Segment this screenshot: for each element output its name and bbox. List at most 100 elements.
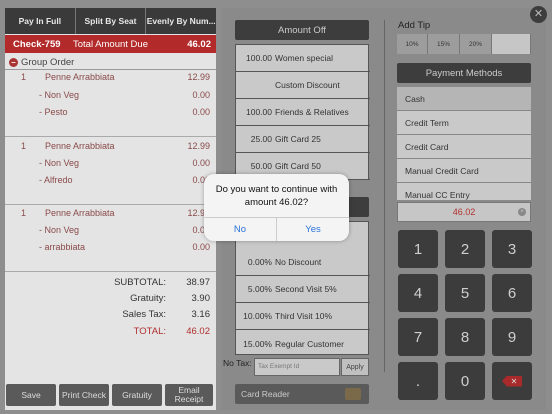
no-button[interactable]: No: [204, 218, 277, 241]
amount-input[interactable]: 46.02 ×: [397, 202, 531, 222]
key-0[interactable]: 0: [445, 362, 485, 400]
card-reader-icon: [345, 388, 361, 400]
order-modifier-row[interactable]: - Pesto 0.00: [5, 107, 216, 121]
order-modifier-row[interactable]: - Non Veg 0.00: [5, 90, 216, 104]
discount-item-gift-card-25[interactable]: 25.00 Gift Card 25: [236, 126, 370, 153]
order-panel: Pay In Full Split By Seat Evenly By Num.…: [5, 8, 216, 410]
tip-15-button[interactable]: 15%: [428, 34, 460, 54]
key-3[interactable]: 3: [492, 230, 532, 268]
key-6[interactable]: 6: [492, 274, 532, 312]
modifier-name: - Alfredo: [39, 175, 73, 185]
order-modifier-row[interactable]: - arrabbiata 0.00: [5, 242, 216, 256]
clear-icon[interactable]: ×: [518, 208, 526, 216]
amount-value: 46.02: [452, 207, 476, 217]
item-price: 12.99: [187, 72, 210, 82]
split-tabs: Pay In Full Split By Seat Evenly By Num.…: [5, 8, 216, 34]
card-reader-button[interactable]: Card Reader: [235, 384, 369, 404]
total-due-label: Total Amount Due: [73, 38, 148, 50]
subtotal-label: SUBTOTAL:: [114, 277, 166, 288]
tab-pay-in-full[interactable]: Pay In Full: [5, 8, 76, 34]
discount-item-third-visit[interactable]: 10.00% Third Visit 10%: [236, 303, 370, 330]
total-row: TOTAL: 46.02: [5, 326, 216, 340]
tip-10-button[interactable]: 10%: [397, 34, 428, 54]
print-check-button[interactable]: Print Check: [59, 384, 109, 406]
discount-item-custom[interactable]: Custom Discount: [236, 72, 370, 99]
amount-off-list: 100.00 Women special Custom Discount 100…: [235, 44, 370, 180]
minus-circle-icon[interactable]: –: [9, 58, 18, 67]
email-receipt-button[interactable]: Email Receipt: [165, 384, 213, 406]
divider: [384, 20, 385, 372]
save-button[interactable]: Save: [6, 384, 56, 406]
group-order-label: Group Order: [21, 57, 75, 68]
item-price: 12.99: [187, 141, 210, 151]
discount-name: Custom Discount: [275, 80, 340, 90]
order-modifier-row[interactable]: - Non Veg 0.00: [5, 158, 216, 172]
sales-tax-row: Sales Tax: 3.16: [5, 309, 216, 323]
close-icon[interactable]: ✕: [530, 6, 547, 23]
card-reader-label: Card Reader: [241, 389, 290, 399]
modifier-name: - Pesto: [39, 107, 68, 117]
modifier-price: 0.00: [192, 242, 210, 252]
backspace-button[interactable]: ✕: [492, 362, 532, 400]
no-tax-label: No Tax:: [223, 358, 252, 368]
backspace-icon: ✕: [502, 375, 522, 387]
payment-method-credit-card[interactable]: Credit Card: [397, 135, 531, 159]
discount-value: 15.00%: [243, 338, 272, 349]
check-id: Check-759: [13, 38, 61, 50]
order-item-row[interactable]: 1 Penne Arrabbiata 12.99: [5, 141, 216, 155]
key-4[interactable]: 4: [398, 274, 438, 312]
discount-item-no-discount[interactable]: 0.00% No Discount: [236, 249, 370, 276]
dialog-message-line1: Do you want to continue with: [215, 184, 338, 195]
dialog-buttons: No Yes: [204, 217, 349, 241]
dialog-message: Do you want to continue with amount 46.0…: [204, 183, 349, 209]
tab-evenly-by-number[interactable]: Evenly By Num...: [146, 8, 216, 34]
key-8[interactable]: 8: [445, 318, 485, 356]
discount-item-women-special[interactable]: 100.00 Women special: [236, 45, 370, 72]
total-value: 46.02: [186, 326, 210, 337]
discount-name: Second Visit 5%: [275, 284, 337, 294]
discount-item-friends-relatives[interactable]: 100.00 Friends & Relatives: [236, 99, 370, 126]
discount-name: Third Visit 10%: [275, 311, 333, 321]
discount-name: No Discount: [275, 257, 322, 267]
discount-value: 100.00: [246, 53, 272, 63]
payment-methods-list: Cash Credit Term Credit Card Manual Cred…: [397, 87, 531, 200]
discount-value: 5.00%: [247, 284, 272, 294]
modifier-price: 0.00: [192, 107, 210, 117]
tab-split-by-seat[interactable]: Split By Seat: [76, 8, 147, 34]
key-1[interactable]: 1: [398, 230, 438, 268]
key-5[interactable]: 5: [445, 274, 485, 312]
discount-name: Gift Card 25: [275, 134, 321, 144]
key-7[interactable]: 7: [398, 318, 438, 356]
modifier-price: 0.00: [192, 158, 210, 168]
modifier-name: - Non Veg: [39, 225, 80, 235]
tax-exempt-input[interactable]: Tax Exempt Id: [254, 358, 340, 376]
item-name: Penne Arrabbiata: [45, 208, 115, 218]
discount-value: 10.00%: [243, 311, 272, 321]
payment-method-cash[interactable]: Cash: [397, 87, 531, 111]
group-order-header[interactable]: – Group Order: [5, 56, 216, 70]
order-item-row[interactable]: 1 Penne Arrabbiata 12.99: [5, 208, 216, 222]
payment-method-manual-cc-entry[interactable]: Manual CC Entry: [397, 183, 531, 200]
yes-button[interactable]: Yes: [277, 218, 349, 241]
order-item-row[interactable]: 1 Penne Arrabbiata 12.99: [5, 72, 216, 86]
order-modifier-row[interactable]: - Non Veg 0.00: [5, 225, 216, 239]
discount-item-second-visit[interactable]: 5.00% Second Visit 5%: [236, 276, 370, 303]
discount-item-regular-customer[interactable]: 15.00% Regular Customer: [236, 330, 370, 357]
tip-20-button[interactable]: 20%: [460, 34, 492, 54]
gratuity-label: Gratuity:: [130, 293, 166, 304]
key-9[interactable]: 9: [492, 318, 532, 356]
subtotal-value: 38.97: [186, 277, 210, 288]
item-qty: 1: [21, 72, 27, 82]
order-modifier-row[interactable]: - Alfredo 0.00: [5, 175, 216, 189]
key-2[interactable]: 2: [445, 230, 485, 268]
custom-tip-input[interactable]: [492, 34, 531, 54]
gratuity-value: 3.90: [191, 293, 211, 304]
key-decimal[interactable]: .: [398, 362, 438, 400]
payment-method-credit-term[interactable]: Credit Term: [397, 111, 531, 135]
item-name: Penne Arrabbiata: [45, 72, 115, 82]
gratuity-button[interactable]: Gratuity: [112, 384, 162, 406]
apply-button[interactable]: Apply: [341, 358, 369, 376]
gratuity-row: Gratuity: 3.90: [5, 293, 216, 307]
discount-value: 50.00: [250, 161, 272, 171]
payment-method-manual-credit-card[interactable]: Manual Credit Card: [397, 159, 531, 183]
